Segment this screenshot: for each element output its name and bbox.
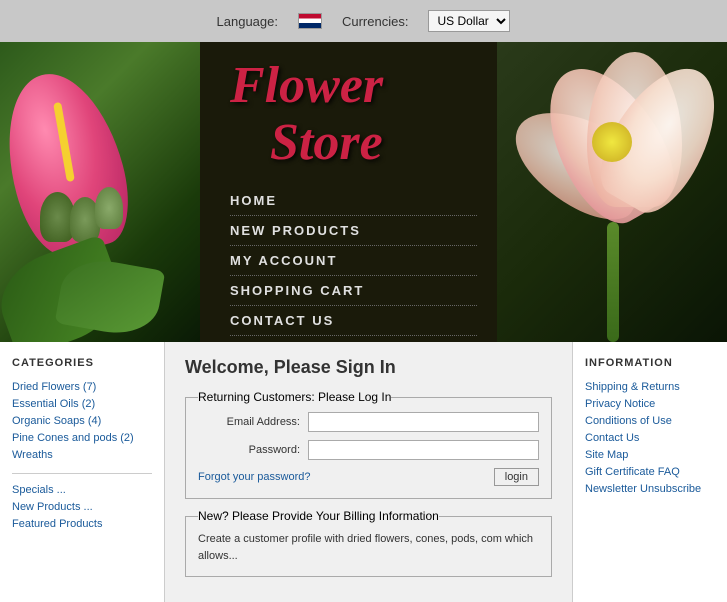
info-link[interactable]: Shipping & Returns: [585, 381, 680, 393]
category-link[interactable]: Dried Flowers (7): [12, 381, 96, 393]
list-item: Featured Products: [12, 516, 152, 530]
nav-link[interactable]: MY ACCOUNT: [230, 253, 337, 268]
password-row: Password:: [198, 440, 539, 460]
list-item: Pine Cones and pods (2): [12, 430, 152, 444]
info-links: Shipping & Returns Privacy Notice Conditio…: [585, 379, 715, 495]
nav-item: NEW PRODUCTS: [230, 216, 477, 246]
nav-link[interactable]: NEW PRODUCTS: [230, 223, 361, 238]
info-link[interactable]: Privacy Notice: [585, 398, 655, 410]
flower-center: [592, 122, 632, 162]
login-button[interactable]: login: [494, 468, 539, 486]
forgot-row: Forgot your password? login: [198, 468, 539, 486]
banner-center: Flower Store HOME NEW PRODUCTS MY ACCOUNT S…: [200, 42, 497, 342]
green-leaves: [0, 222, 200, 342]
list-item: Gift Certificate FAQ: [585, 464, 715, 478]
sidebar-extra-link[interactable]: Featured Products: [12, 518, 103, 530]
password-label: Password:: [198, 444, 308, 456]
currency-select[interactable]: US Dollar: [428, 10, 510, 32]
list-item: Newsletter Unsubscribe: [585, 481, 715, 495]
nav-item: HOME: [230, 186, 477, 216]
list-item: Wreaths: [12, 447, 152, 461]
list-item: Conditions of Use: [585, 413, 715, 427]
header-banner: Flower Store HOME NEW PRODUCTS MY ACCOUNT S…: [0, 42, 727, 342]
category-link[interactable]: Pine Cones and pods (2): [12, 432, 134, 444]
new-customer-legend: New? Please Provide Your Billing Informa…: [198, 509, 439, 523]
main-nav: HOME NEW PRODUCTS MY ACCOUNT SHOPPING CART C…: [230, 186, 477, 336]
welcome-heading: Welcome, Please Sign In: [185, 357, 552, 378]
list-item: Site Map: [585, 447, 715, 461]
sidebar-extra-links: Specials ... New Products ... Featured Pro…: [12, 482, 152, 530]
nav-item: SHOPPING CART: [230, 276, 477, 306]
nav-item: CONTACT US: [230, 306, 477, 336]
title-line2: Store: [270, 114, 383, 171]
nav-link[interactable]: HOME: [230, 193, 277, 208]
returning-customers-box: Returning Customers: Please Log In Email…: [185, 390, 552, 499]
info-heading: INFORMATION: [585, 357, 715, 369]
forgot-link[interactable]: Forgot your password?: [198, 471, 311, 483]
list-item: Dried Flowers (7): [12, 379, 152, 393]
currencies-label: Currencies:: [342, 14, 408, 29]
center-content: Welcome, Please Sign In Returning Custom…: [165, 342, 572, 602]
list-item: Privacy Notice: [585, 396, 715, 410]
password-input[interactable]: [308, 440, 539, 460]
title-line1: Flower: [230, 57, 383, 114]
info-link[interactable]: Contact Us: [585, 432, 639, 444]
email-input[interactable]: [308, 412, 539, 432]
list-item: Specials ...: [12, 482, 152, 496]
sidebar-extra-link[interactable]: New Products ...: [12, 501, 93, 513]
sidebar-right: INFORMATION Shipping & Returns Privacy No…: [572, 342, 727, 602]
email-label: Email Address:: [198, 416, 308, 428]
flower-stem: [607, 222, 619, 342]
category-link[interactable]: Organic Soaps (4): [12, 415, 101, 427]
sidebar-divider: [12, 473, 152, 474]
banner-left-flowers: [0, 42, 200, 342]
info-link[interactable]: Gift Certificate FAQ: [585, 466, 680, 478]
store-title: Flower Store: [230, 57, 477, 171]
list-item: New Products ...: [12, 499, 152, 513]
nav-item: MY ACCOUNT: [230, 246, 477, 276]
nav-link[interactable]: SHOPPING CART: [230, 283, 364, 298]
nav-link[interactable]: CONTACT US: [230, 313, 334, 328]
info-link[interactable]: Conditions of Use: [585, 415, 672, 427]
banner-right-flowers: [497, 42, 727, 342]
new-customer-text: Create a customer profile with dried flo…: [198, 531, 539, 564]
top-bar: Language: Currencies: US Dollar: [0, 0, 727, 42]
list-item: Shipping & Returns: [585, 379, 715, 393]
new-customer-box: New? Please Provide Your Billing Informa…: [185, 509, 552, 577]
returning-legend: Returning Customers: Please Log In: [198, 390, 391, 404]
language-label: Language:: [217, 14, 278, 29]
flag-icon: [298, 13, 322, 29]
main-content: CATEGORIES Dried Flowers (7) Essential Oi…: [0, 342, 727, 602]
category-link[interactable]: Wreaths: [12, 449, 53, 461]
category-link[interactable]: Essential Oils (2): [12, 398, 95, 410]
sidebar-extra-link[interactable]: Specials ...: [12, 484, 66, 496]
amaryllis: [507, 42, 727, 342]
list-item: Contact Us: [585, 430, 715, 444]
info-link[interactable]: Site Map: [585, 449, 628, 461]
category-list: Dried Flowers (7) Essential Oils (2) Organ…: [12, 379, 152, 461]
sidebar-left: CATEGORIES Dried Flowers (7) Essential Oi…: [0, 342, 165, 602]
info-link[interactable]: Newsletter Unsubscribe: [585, 483, 701, 495]
list-item: Organic Soaps (4): [12, 413, 152, 427]
categories-heading: CATEGORIES: [12, 357, 152, 369]
email-row: Email Address:: [198, 412, 539, 432]
list-item: Essential Oils (2): [12, 396, 152, 410]
